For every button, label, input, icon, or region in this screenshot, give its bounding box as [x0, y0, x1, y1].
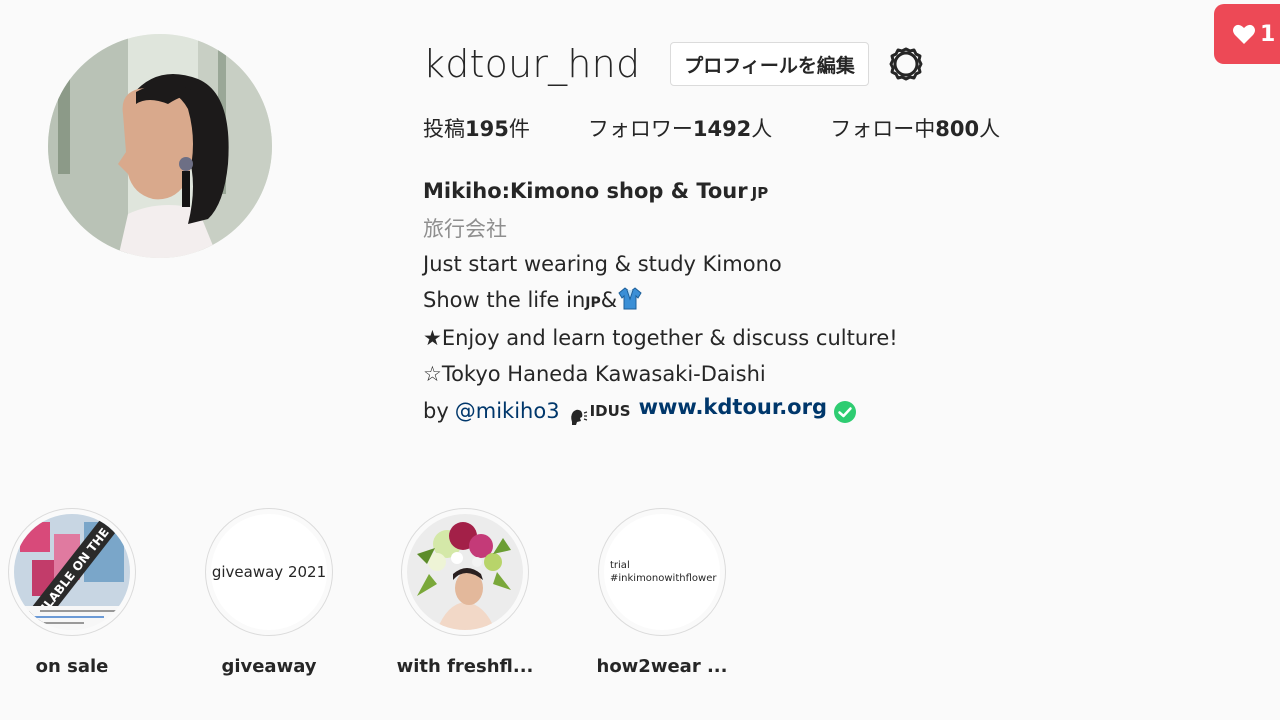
stat-followers[interactable]: フォロワー1492人	[588, 114, 772, 144]
highlight-on-sale[interactable]: AVAILABLE ON THE SH on sale	[0, 508, 152, 677]
stat-posts-count: 195	[465, 117, 509, 141]
notification-count: 1	[1260, 21, 1276, 47]
stat-following[interactable]: フォロー中800人	[830, 114, 1000, 144]
bio-line-1: Just start wearing & study Kimono	[423, 252, 782, 276]
kimono-icon	[617, 285, 643, 311]
highlight-ring: AVAILABLE ON THE SH	[8, 508, 136, 636]
highlight-cover: trial #inkimonowithflower	[604, 514, 720, 630]
mention-link[interactable]: @mikiho3	[455, 394, 560, 430]
gear-icon[interactable]	[887, 45, 925, 83]
highlight-cover-text-block: trial #inkimonowithflower	[604, 559, 720, 585]
profile-bio: Mikiho:Kimono shop & Tour JP 旅行会社 Just st…	[423, 174, 1183, 430]
stat-posts: 投稿195件	[423, 114, 530, 144]
highlight-ring	[401, 508, 529, 636]
stat-posts-unit: 件	[508, 117, 530, 141]
bio-by-line: by @mikiho3 IDUS www.kdtour.org	[423, 394, 1183, 430]
jp-flag-icon: JP	[585, 294, 601, 311]
activity-notification-badge[interactable]: 1	[1214, 4, 1280, 64]
highlight-cover-text: trial	[610, 560, 630, 571]
stat-followers-label: フォロワー	[587, 117, 693, 141]
profile-stats: 投稿195件 フォロワー1492人 フォロー中800人	[423, 114, 1183, 144]
bio-name-line: Mikiho:Kimono shop & Tour JP	[423, 174, 1183, 212]
jp-flag-icon: JP	[751, 184, 769, 202]
story-highlights: AVAILABLE ON THE SH on sale giveaway 202…	[0, 508, 1280, 708]
highlight-cover: AVAILABLE ON THE SH	[14, 514, 130, 630]
profile-avatar[interactable]	[48, 34, 272, 258]
stat-followers-count: 1492	[692, 117, 752, 141]
highlight-cover-text: giveaway 2021	[211, 563, 327, 581]
bio-line-3: ★Enjoy and learn together & discuss cult…	[423, 326, 898, 350]
website-link[interactable]: www.kdtour.org	[639, 390, 827, 426]
highlight-label: how2wear ...	[596, 656, 728, 677]
highlight-cover-text-2: #inkimonowithflower	[610, 573, 717, 584]
speaking-head-icon	[568, 402, 588, 425]
stat-following-count: 800	[935, 117, 980, 141]
highlight-label: giveaway	[221, 656, 317, 677]
check-circle-icon	[833, 400, 857, 424]
username: kdtour_hnd	[423, 42, 641, 86]
bio-line-2: Show the life inJP&	[423, 283, 1183, 322]
highlight-label: with freshfl...	[396, 656, 534, 677]
highlight-ring: trial #inkimonowithflower	[598, 508, 726, 636]
highlight-cover: giveaway 2021	[211, 514, 327, 630]
highlight-cover	[407, 514, 523, 630]
bio-by-text: by	[423, 399, 449, 423]
bio-line-4: ☆Tokyo Haneda Kawasaki-Daishi	[423, 361, 766, 386]
highlight-label: on sale	[35, 656, 109, 677]
edit-profile-button[interactable]: プロフィールを編集	[670, 42, 869, 86]
stat-following-unit: 人	[979, 117, 1001, 141]
stat-following-label: フォロー中	[830, 117, 936, 141]
highlight-giveaway[interactable]: giveaway 2021 giveaway	[189, 508, 349, 677]
highlight-with-fresh-flowers[interactable]: with freshfl...	[385, 508, 545, 677]
bio-line-2-text: Show the life in	[423, 287, 586, 312]
stat-followers-unit: 人	[751, 117, 773, 141]
heart-icon	[1233, 24, 1255, 44]
bio-category: 旅行会社	[423, 216, 507, 241]
highlight-ring: giveaway 2021	[205, 508, 333, 636]
bio-name: Mikiho:Kimono shop & Tour	[423, 179, 748, 203]
avatar-image	[48, 34, 272, 258]
bio-line-2-amp: &	[600, 287, 618, 312]
title-row: kdtour_hnd プロフィールを編集	[423, 40, 1183, 88]
highlight-how2wear[interactable]: trial #inkimonowithflower how2wear ...	[582, 508, 742, 677]
profile-header: kdtour_hnd プロフィールを編集 投稿195件 フォロワー1492人 フ…	[423, 40, 1183, 430]
ids-tag: IDUS	[589, 402, 631, 420]
stat-posts-label: 投稿	[423, 117, 465, 141]
